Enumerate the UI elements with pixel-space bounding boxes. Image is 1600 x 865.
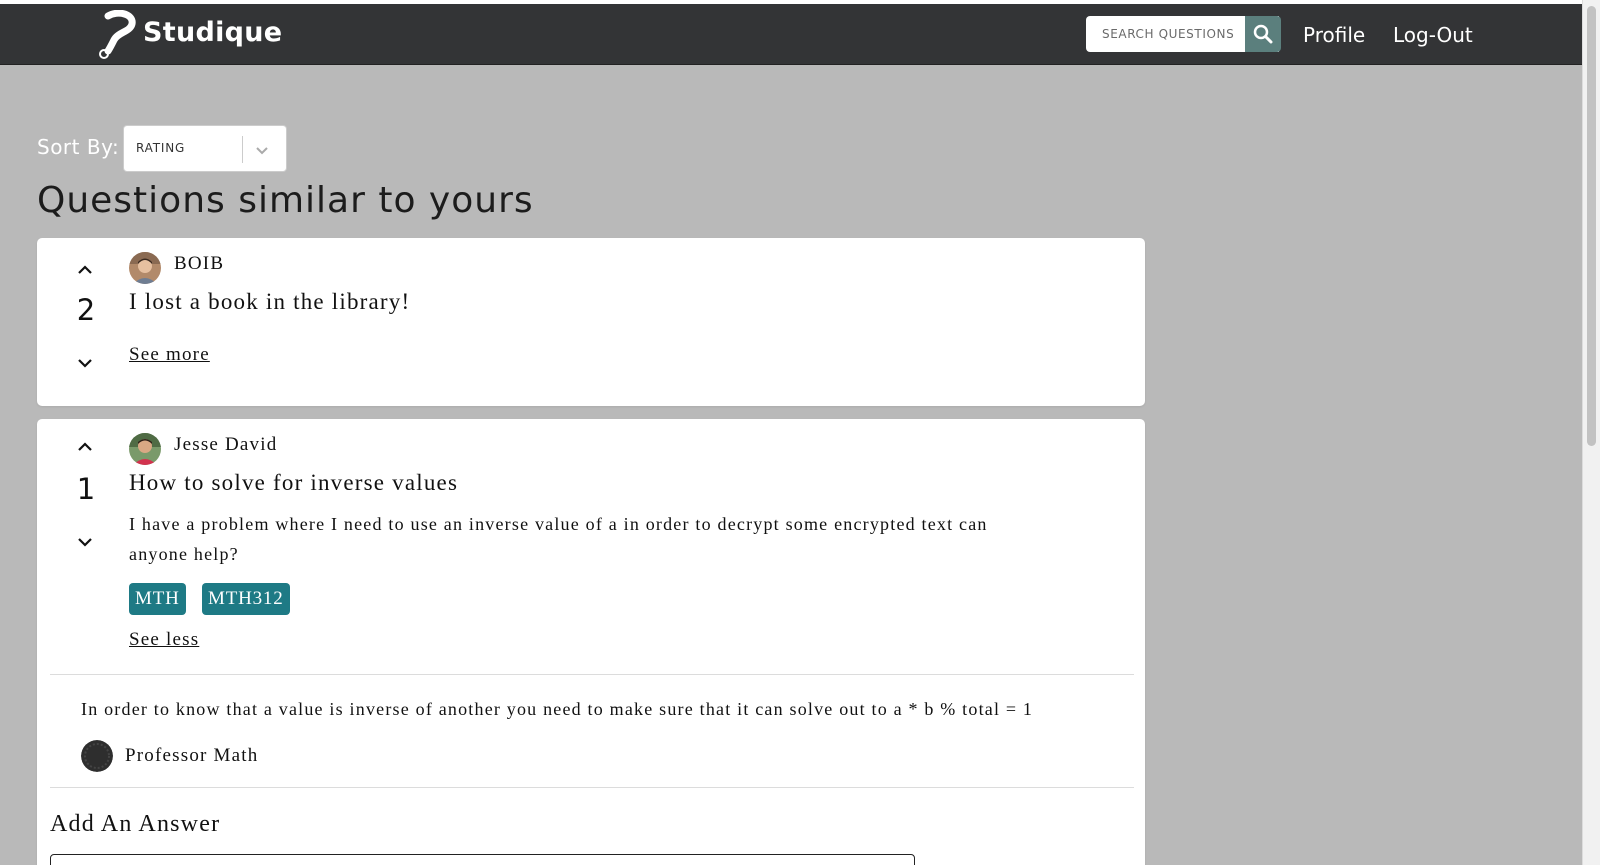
answer-input[interactable] xyxy=(50,854,915,865)
see-more-link[interactable]: See more xyxy=(129,344,210,366)
search-button[interactable] xyxy=(1245,16,1281,52)
chevron-up-icon[interactable] xyxy=(73,260,97,280)
question-card: 2 BOIB I lost a book in the library! See… xyxy=(37,238,1145,406)
chevron-up-icon[interactable] xyxy=(73,437,97,457)
question-mark-logo-icon[interactable] xyxy=(96,9,136,60)
question-body: I have a problem where I need to use an … xyxy=(129,514,988,564)
tag-badge[interactable]: MTH xyxy=(129,583,186,615)
question-title: How to solve for inverse values xyxy=(129,470,459,495)
avatar[interactable] xyxy=(129,252,161,284)
avatar[interactable] xyxy=(81,740,113,772)
add-answer-heading: Add An Answer xyxy=(50,811,221,837)
divider xyxy=(50,787,1134,788)
divider xyxy=(50,674,1134,675)
scrollbar-thumb[interactable] xyxy=(1587,6,1596,446)
logout-link[interactable]: Log-Out xyxy=(1393,23,1473,47)
page-scrollbar[interactable] xyxy=(1582,0,1600,865)
sort-divider xyxy=(242,136,243,163)
avatar[interactable] xyxy=(129,433,161,465)
search-icon xyxy=(1253,24,1273,44)
brand-name[interactable]: Studique xyxy=(143,17,282,48)
sort-selected-value: RATING xyxy=(136,141,186,155)
question-author[interactable]: Jesse David xyxy=(174,434,277,456)
top-navbar: Studique Profile Log-Out xyxy=(0,4,1582,65)
question-title: I lost a book in the library! xyxy=(129,289,411,314)
profile-link[interactable]: Profile xyxy=(1303,23,1365,47)
vote-count: 1 xyxy=(76,472,96,506)
chevron-down-icon[interactable] xyxy=(73,353,97,373)
tag-badge[interactable]: MTH312 xyxy=(202,583,290,615)
page-title: Questions similar to yours xyxy=(37,180,534,221)
question-card: 1 Jesse David How to solve for inverse v… xyxy=(37,419,1145,865)
see-less-link[interactable]: See less xyxy=(129,629,199,651)
sort-label: Sort By: xyxy=(37,135,120,159)
answer-text: In order to know that a value is inverse… xyxy=(81,699,1034,719)
chevron-down-icon xyxy=(252,140,272,160)
sort-dropdown[interactable]: RATING xyxy=(123,125,287,172)
question-author[interactable]: BOIB xyxy=(174,253,224,275)
answer-author[interactable]: Professor Math xyxy=(125,745,258,767)
chevron-down-icon[interactable] xyxy=(73,532,97,552)
vote-count: 2 xyxy=(76,293,96,327)
